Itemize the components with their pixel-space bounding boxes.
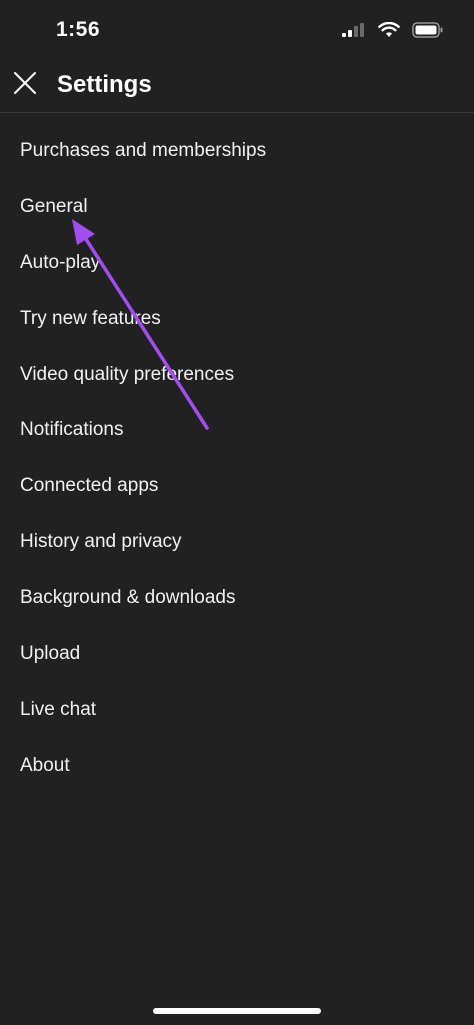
status-icons (342, 21, 444, 43)
status-time: 1:56 (56, 18, 101, 41)
menu-item-general[interactable]: General (0, 179, 474, 235)
menu-item-about[interactable]: About (0, 738, 474, 794)
settings-screen: 1:56 Settings Purchases and memberships … (0, 0, 474, 1025)
battery-icon (412, 21, 444, 43)
close-button[interactable] (10, 70, 40, 100)
menu-item-try-new-features[interactable]: Try new features (0, 291, 474, 347)
status-bar: 1:56 (0, 0, 474, 60)
menu-item-upload[interactable]: Upload (0, 626, 474, 682)
page-title: Settings (57, 71, 152, 98)
menu-item-notifications[interactable]: Notifications (0, 402, 474, 458)
menu-item-background-and-downloads[interactable]: Background & downloads (0, 570, 474, 626)
menu-item-connected-apps[interactable]: Connected apps (0, 458, 474, 514)
settings-menu: Purchases and memberships General Auto-p… (0, 123, 474, 794)
close-icon (12, 70, 38, 101)
menu-item-auto-play[interactable]: Auto-play (0, 235, 474, 291)
cellular-signal-icon (342, 22, 366, 42)
wifi-icon (378, 21, 400, 43)
home-indicator[interactable] (153, 1008, 321, 1014)
menu-item-purchases-and-memberships[interactable]: Purchases and memberships (0, 123, 474, 179)
menu-item-history-and-privacy[interactable]: History and privacy (0, 514, 474, 570)
settings-header: Settings (0, 60, 474, 113)
menu-item-live-chat[interactable]: Live chat (0, 682, 474, 738)
menu-item-video-quality-preferences[interactable]: Video quality preferences (0, 347, 474, 403)
